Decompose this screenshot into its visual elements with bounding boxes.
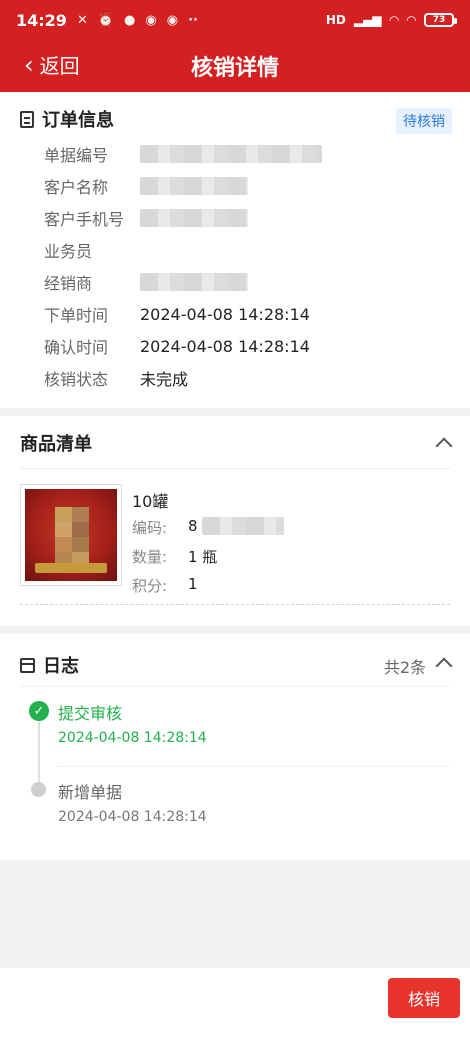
product-qty-value: 1 瓶 <box>188 548 218 566</box>
bottom-action-bar: 核销 <box>0 968 470 1050</box>
status-time: 14:29 <box>16 10 67 30</box>
product-image-mosaic <box>55 507 89 567</box>
more-icon: ·· <box>188 12 198 28</box>
order-info-card: 订单信息 待核销 单据编号 客户名称 客户手机号 业务员 经销商 下单时间 20… <box>0 92 470 408</box>
app-header: 14:29 ✕ ⏰ ● ◉ ◉ ·· HD ▂▄▆ ◠ ◠ 73 ‹ 返回 核销… <box>0 0 470 92</box>
info-row-confirm-time: 确认时间 2024-04-08 14:28:14 <box>44 334 310 358</box>
redacted-value <box>140 145 322 163</box>
battery-level: 73 <box>432 15 446 25</box>
status-right: HD ▂▄▆ ◠ ◠ 73 <box>325 13 457 27</box>
mute-icon: ✕ <box>76 12 88 28</box>
goods-list-title: 商品清单 <box>20 434 92 455</box>
product-points-value: 1 <box>188 575 198 593</box>
goods-list-header[interactable]: 商品清单 <box>20 430 92 456</box>
divider <box>20 468 450 469</box>
product-code-value: 8 <box>188 517 198 535</box>
writeoff-button[interactable]: 核销 <box>388 978 460 1018</box>
timeline-line <box>38 720 40 790</box>
log-entry-time: 2024-04-08 14:28:14 <box>58 730 207 746</box>
app-icon: ● <box>124 12 136 28</box>
nav-bar: ‹ 返回 核销详情 <box>0 40 470 92</box>
order-info-title: 订单信息 <box>42 110 114 131</box>
info-row-order-no: 单据编号 <box>44 142 322 166</box>
divider <box>58 766 450 767</box>
check-circle-icon: ✓ <box>29 701 49 721</box>
product-points-row: 积分: 1 <box>132 575 198 596</box>
product-name: 10罐 <box>132 492 169 511</box>
wifi-icon: ◠ <box>389 13 399 27</box>
log-card: 日志 共2条 <box>0 634 470 860</box>
network-label: HD <box>325 13 346 27</box>
product-code-label: 编码: <box>132 519 168 537</box>
document-icon <box>20 110 34 128</box>
info-label: 确认时间 <box>44 338 109 357</box>
product-qty-label: 数量: <box>132 548 168 566</box>
alarm-icon: ⏰ <box>97 12 115 28</box>
dashed-divider <box>20 604 450 605</box>
calendar-icon <box>20 657 35 673</box>
info-label: 客户手机号 <box>44 210 125 229</box>
info-row-dealer: 经销商 <box>44 270 248 294</box>
info-row-customer-name: 客户名称 <box>44 174 248 198</box>
redacted-value <box>140 177 248 195</box>
battery-icon: 73 <box>424 13 457 27</box>
info-value: 2024-04-08 14:28:14 <box>140 336 310 356</box>
redacted-value <box>140 273 248 291</box>
info-label: 业务员 <box>44 242 93 261</box>
info-row-writeoff-status: 核销状态 未完成 <box>44 366 188 390</box>
chevron-up-icon[interactable] <box>435 657 453 675</box>
info-label: 客户名称 <box>44 178 109 197</box>
goods-list-card: 商品清单 10罐 编码: 8 数量: 1 瓶 积分: 1 <box>0 416 470 626</box>
log-entry-title: 提交审核 <box>58 704 123 723</box>
signal-icon: ▂▄▆ <box>353 13 382 27</box>
wifi-icon: ◠ <box>406 13 416 27</box>
log-entry-title: 新增单据 <box>58 783 123 802</box>
product-image[interactable] <box>20 484 122 586</box>
info-value: 未完成 <box>140 370 189 389</box>
divider <box>20 686 450 687</box>
order-info-header: 订单信息 <box>20 106 114 132</box>
info-label: 单据编号 <box>44 146 109 165</box>
redacted-value <box>201 517 284 535</box>
product-image-stage <box>35 563 107 573</box>
info-row-customer-phone: 客户手机号 <box>44 206 248 230</box>
app-icon: ◉ <box>166 12 179 28</box>
status-bar: 14:29 ✕ ⏰ ● ◉ ◉ ·· HD ▂▄▆ ◠ ◠ 73 <box>0 0 470 40</box>
chevron-up-icon[interactable] <box>435 437 453 455</box>
product-image-inner <box>25 489 117 581</box>
log-count: 共2条 <box>383 658 426 677</box>
product-points-label: 积分: <box>132 577 168 595</box>
info-row-order-time: 下单时间 2024-04-08 14:28:14 <box>44 302 310 326</box>
notification-icons: ✕ ⏰ ● ◉ ◉ ·· <box>77 13 198 28</box>
product-code-row: 编码: 8 <box>132 517 284 538</box>
log-header[interactable]: 日志 <box>20 652 79 678</box>
info-value: 2024-04-08 14:28:14 <box>140 304 310 324</box>
info-label: 核销状态 <box>44 370 109 389</box>
info-label: 下单时间 <box>44 306 109 325</box>
app-icon: ◉ <box>145 12 157 28</box>
info-label: 经销商 <box>44 274 93 293</box>
log-entry-time: 2024-04-08 14:28:14 <box>58 809 207 825</box>
pending-dot-icon <box>31 782 46 797</box>
redacted-value <box>140 209 248 227</box>
status-badge: 待核销 <box>396 108 452 134</box>
info-row-salesperson: 业务员 <box>44 238 140 262</box>
page-title: 核销详情 <box>190 56 279 81</box>
log-title: 日志 <box>43 656 79 677</box>
product-qty-row: 数量: 1 瓶 <box>132 546 217 567</box>
